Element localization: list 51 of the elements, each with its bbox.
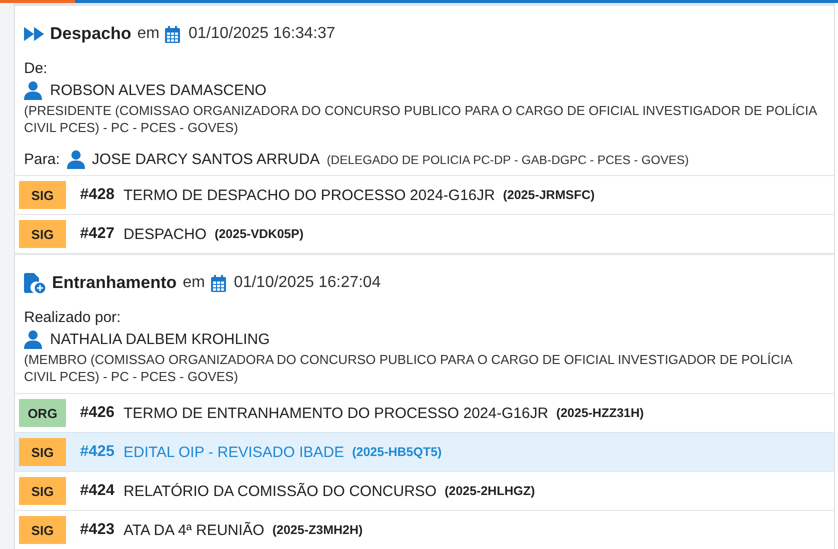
document-title: ATA DA 4ª REUNIÃO	[123, 522, 264, 538]
person-name: ROBSON ALVES DAMASCENO	[50, 82, 266, 99]
document-row[interactable]: SIG #424 RELATÓRIO DA COMISSÃO DO CONCURSO (2025-2HLHGZ)	[15, 471, 834, 510]
document-row[interactable]: SIG #428 TERMO DE DESPACHO DO PROCESSO 2024-G16JR (2025-JRMSFC)	[15, 175, 834, 214]
document-code: (2025-HB5QT5)	[352, 445, 442, 459]
sender-label: De:	[24, 60, 48, 77]
document-tag: SIG	[19, 516, 66, 544]
document-row[interactable]: SIG #423 ATA DA 4ª REUNIÃO (2025-Z3MH2H)	[15, 510, 834, 549]
connector-text: em	[182, 274, 205, 292]
document-tag: SIG	[19, 477, 66, 505]
calendar-icon	[165, 26, 180, 42]
document-number: #424	[80, 482, 114, 500]
document-row[interactable]: SIG #425 EDITAL OIP - REVISADO IBADE (2025-HB5QT5)	[15, 432, 834, 471]
person-role: (PRESIDENTE (COMISSAO ORGANIZADORA DO CONCURSO PUBLICO PARA O CARGO DE OFICIAL INVESTIGADOR DE POLÍCIA CIVIL PCES) - PC - PCES - GOVES)	[24, 102, 818, 136]
fast-forward-icon	[24, 27, 44, 41]
event-datetime: 01/10/2025 16:27:04	[234, 274, 381, 292]
file-add-icon	[24, 272, 46, 294]
person-name: NATHALIA DALBEM KROHLING	[50, 331, 270, 348]
document-number: #423	[80, 521, 114, 539]
document-number: #425	[80, 443, 114, 461]
document-tag: SIG	[19, 438, 66, 466]
document-title: TERMO DE ENTRANHAMENTO DO PROCESSO 2024-G16JR	[123, 404, 548, 422]
person-name: JOSE DARCY SANTOS ARRUDA	[92, 151, 320, 168]
connector-text: em	[137, 25, 160, 43]
document-title: TERMO DE DESPACHO DO PROCESSO 2024-G16JR	[123, 186, 495, 204]
document-tag: SIG	[19, 220, 66, 248]
person-icon	[24, 330, 42, 349]
document-tag: ORG	[19, 399, 66, 427]
person-role: (MEMBRO (COMISSAO ORGANIZADORA DO CONCURSO PUBLICO PARA O CARGO DE OFICIAL INVESTIGADOR DE POLÍCIA CIVIL PCES) - PC - PCES - GOVES)	[24, 351, 794, 385]
event-title: Despacho	[50, 24, 132, 44]
document-number: #428	[80, 186, 114, 204]
recipient-label: Para:	[24, 151, 60, 168]
person-role: (DELEGADO DE POLICIA PC-DP - GAB-DGPC - PCES - GOVES)	[326, 152, 689, 166]
document-title: EDITAL OIP - REVISADO IBADE	[123, 444, 344, 460]
document-code: (2025-HZZ31H)	[556, 406, 644, 420]
document-number: #427	[80, 225, 114, 243]
document-code: (2025-Z3MH2H)	[272, 523, 363, 537]
person-icon	[24, 81, 42, 100]
document-title: RELATÓRIO DA COMISSÃO DO CONCURSO	[123, 482, 437, 500]
document-code: (2025-2HLHGZ)	[444, 484, 535, 498]
document-row[interactable]: SIG #427 DESPACHO (2025-VDK05P)	[15, 214, 834, 253]
sender-label: Realizado por:	[24, 309, 122, 326]
person-icon	[66, 150, 85, 169]
event-datetime: 01/10/2025 16:34:37	[188, 25, 336, 43]
document-number: #426	[80, 404, 114, 422]
event-title: Entranhamento	[52, 273, 177, 293]
document-code: (2025-VDK05P)	[214, 227, 304, 241]
document-tag: SIG	[19, 181, 66, 209]
document-title: DESPACHO	[123, 226, 207, 242]
calendar-icon	[210, 274, 226, 292]
document-code: (2025-JRMSFC)	[502, 188, 595, 202]
